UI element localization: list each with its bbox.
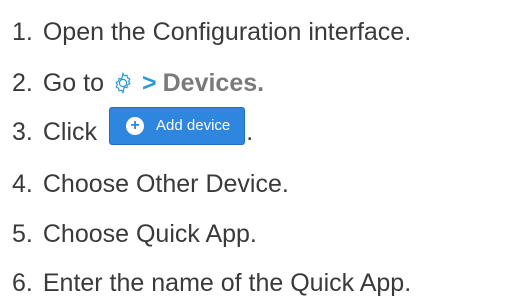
path-separator: > bbox=[142, 69, 157, 97]
step-number: 5. bbox=[12, 220, 33, 248]
gear-icon bbox=[110, 70, 136, 96]
step-number: 6. bbox=[12, 269, 33, 297]
step-number: 4. bbox=[12, 170, 33, 198]
step-5: 5. Choose Quick App. bbox=[12, 214, 257, 254]
step-1: 1. Open the Configuration interface. bbox=[12, 12, 411, 52]
instruction-list: 1. Open the Configuration interface. 2. … bbox=[0, 0, 529, 305]
add-device-button[interactable]: + Add device bbox=[109, 107, 246, 145]
step-number: 1. bbox=[12, 18, 33, 46]
destination-label: Devices. bbox=[162, 69, 265, 97]
step-2: 2. Go to > Devices. bbox=[12, 63, 264, 103]
step-prefix: Click bbox=[42, 118, 98, 146]
step-suffix: . bbox=[246, 118, 254, 146]
step-3: 3. Click + Add device . bbox=[12, 107, 254, 152]
step-number: 2. bbox=[12, 69, 33, 97]
step-text: Enter the name of the Quick App. bbox=[42, 269, 412, 297]
step-6: 6. Enter the name of the Quick App. bbox=[12, 263, 411, 303]
add-device-label: Add device bbox=[156, 117, 231, 134]
step-prefix: Go to bbox=[42, 69, 105, 97]
step-text: Open the Configuration interface. bbox=[42, 18, 412, 46]
step-4: 4. Choose Other Device. bbox=[12, 164, 289, 204]
step-number: 3. bbox=[12, 118, 33, 146]
step-text: Choose Other Device. bbox=[42, 170, 289, 198]
step-text: Choose Quick App. bbox=[42, 220, 257, 248]
plus-circle-icon: + bbox=[126, 117, 145, 135]
